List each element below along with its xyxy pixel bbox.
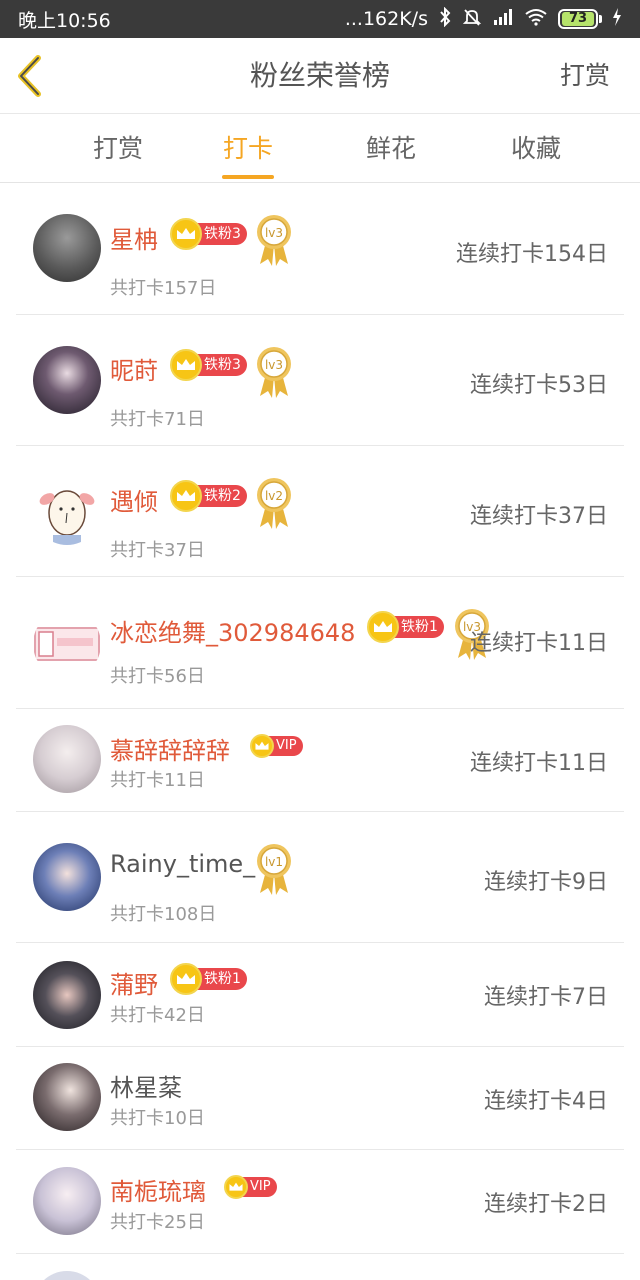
fan-name[interactable]: 星柟 [110,220,158,255]
total-checkins: 共打卡11日 [110,770,205,791]
bluetooth-icon [438,6,452,31]
list-item[interactable]: 遇倾 铁粉2 lv2 共打卡37日 连续打卡37日 [16,446,624,577]
fan-level-badge: 铁粉3 [170,218,247,250]
fan-name[interactable]: 蒲野 [110,965,158,1000]
fan-name[interactable]: 遇倾 [110,482,158,517]
streak-checkins: 连续打卡9日 [484,870,608,895]
fan-name[interactable]: 林星棻 [110,1068,182,1103]
status-bar: 晚上10:56 ...162K/s 73 [0,0,640,38]
medal-icon: lv2 [254,477,294,529]
tab-bar: 打赏 打卡 鲜花 收藏 [0,115,640,183]
total-checkins: 共打卡37日 [110,540,205,561]
battery-level: 73 [562,12,594,26]
medal-level: lv1 [265,855,283,869]
charging-icon [612,8,622,30]
header-bar: 粉丝荣誉榜 打赏 [0,38,640,114]
avatar[interactable] [33,961,101,1029]
streak-checkins: 连续打卡11日 [470,631,608,656]
total-checkins: 共打卡108日 [110,904,217,925]
page-title: 粉丝荣誉榜 [249,59,390,92]
list-item[interactable]: 星柟 铁粉3 lv3 共打卡157日 连续打卡154日 [16,184,624,315]
signal-icon [492,8,514,30]
streak-checkins: 连续打卡4日 [484,1089,608,1114]
list-item[interactable] [16,1254,624,1280]
medal-icon: lv3 [254,214,294,266]
list-item[interactable]: 冰恋绝舞_302984648 铁粉1 lv3 共打卡56日 连续打卡11日 [16,577,624,709]
status-time: 晚上10:56 [18,9,111,32]
total-checkins: 共打卡56日 [110,666,205,687]
list-item[interactable]: 慕辞辞辞辞 VIP 共打卡11日 连续打卡11日 [16,709,624,812]
streak-checkins: 连续打卡37日 [470,504,608,529]
avatar[interactable] [33,1167,101,1235]
crown-icon [250,734,274,758]
total-checkins: 共打卡71日 [110,409,205,430]
avatar[interactable] [33,843,101,911]
avatar[interactable] [33,214,101,282]
fan-level-badge: 铁粉3 [170,349,247,381]
tab-checkin-label: 打卡 [222,134,273,163]
vip-badge: VIP [224,1173,277,1201]
list-item[interactable]: 昵莳 铁粉3 lv3 共打卡71日 连续打卡53日 [16,315,624,446]
crown-icon [367,611,399,643]
battery-icon: 73 [558,9,602,29]
crown-icon [170,480,202,512]
crown-icon [224,1175,248,1199]
streak-checkins: 连续打卡2日 [484,1192,608,1217]
list-item[interactable]: 蒲野 铁粉1 共打卡42日 连续打卡7日 [16,943,624,1047]
avatar[interactable] [33,1271,101,1280]
fan-name[interactable]: 昵莳 [110,351,158,386]
wifi-icon [524,8,548,30]
list-item[interactable]: 南栀琉璃 VIP 共打卡25日 连续打卡2日 [16,1150,624,1254]
tab-tips[interactable]: 打赏 [63,115,173,183]
tab-active-indicator [222,175,274,179]
fan-level-badge: 铁粉1 [367,611,444,643]
status-icons: ...162K/s 73 [344,6,622,31]
fan-name[interactable]: 冰恋绝舞_302984648 [110,613,355,648]
total-checkins: 共打卡25日 [110,1212,205,1233]
fan-name[interactable]: Rainy_time_ [110,850,255,878]
medal-icon: lv1 [254,843,294,895]
total-checkins: 共打卡157日 [110,278,217,299]
avatar[interactable] [33,610,101,678]
list-item[interactable]: Rainy_time_ lv1 共打卡108日 连续打卡9日 [16,812,624,943]
streak-checkins: 连续打卡7日 [484,985,608,1010]
list-item[interactable]: 林星棻 共打卡10日 连续打卡4日 [16,1047,624,1150]
medal-level: lv3 [265,358,283,372]
fan-level-badge: 铁粉2 [170,480,247,512]
avatar[interactable] [33,725,101,793]
tab-favorites[interactable]: 收藏 [481,115,591,183]
vip-badge: VIP [250,732,303,760]
avatar[interactable] [33,1063,101,1131]
fan-level-badge: 铁粉1 [170,963,247,995]
avatar[interactable] [33,477,101,545]
mute-icon [462,7,482,31]
fan-list: 星柟 铁粉3 lv3 共打卡157日 连续打卡154日 昵莳 铁粉3 lv3 共… [0,184,640,1280]
fan-name[interactable]: 慕辞辞辞辞 [110,731,230,766]
tab-flowers[interactable]: 鲜花 [336,115,446,183]
streak-checkins: 连续打卡11日 [470,751,608,776]
medal-level: lv3 [265,226,283,240]
crown-icon [170,963,202,995]
streak-checkins: 连续打卡154日 [456,242,608,267]
avatar[interactable] [33,346,101,414]
crown-icon [170,218,202,250]
total-checkins: 共打卡10日 [110,1108,205,1129]
streak-checkins: 连续打卡53日 [470,373,608,398]
tip-button[interactable]: 打赏 [560,38,610,114]
medal-icon: lv3 [254,346,294,398]
network-speed: ...162K/s [344,8,428,30]
fan-name[interactable]: 南栀琉璃 [110,1172,206,1207]
total-checkins: 共打卡42日 [110,1005,205,1026]
tab-checkin[interactable]: 打卡 [193,115,303,183]
crown-icon [170,349,202,381]
medal-level: lv2 [265,489,283,503]
